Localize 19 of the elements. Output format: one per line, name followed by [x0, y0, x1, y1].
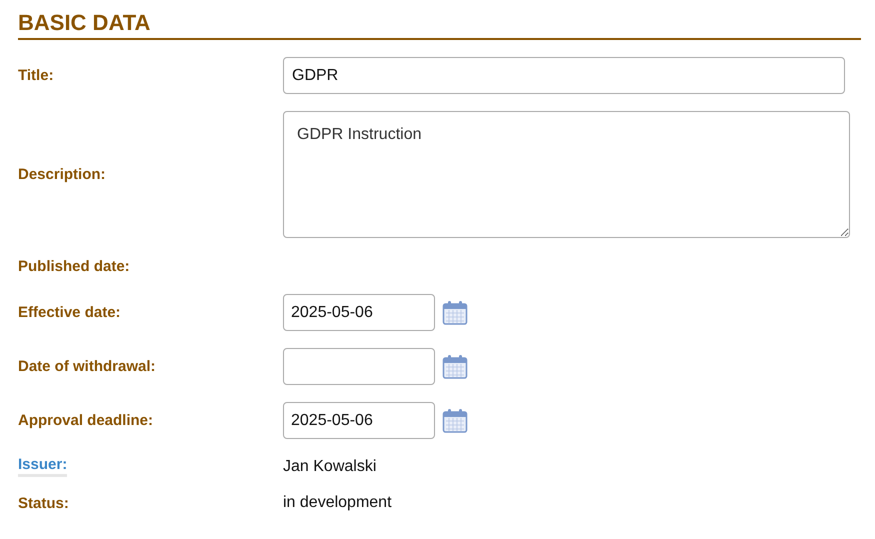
calendar-icon[interactable]	[442, 408, 468, 434]
field-label: Status:	[18, 494, 69, 512]
field-label: Description:	[18, 166, 106, 183]
date-field[interactable]: 2025-05-06	[283, 294, 435, 331]
field-value: Jan Kowalski	[283, 458, 376, 476]
calendar-icon[interactable]	[442, 300, 468, 326]
calendar-icon[interactable]	[442, 354, 468, 380]
field-label: Title:	[18, 67, 54, 84]
field-label: Date of withdrawal:	[18, 358, 156, 375]
field-label: Effective date:	[18, 304, 121, 321]
field-label: Approval deadline:	[18, 412, 154, 429]
field-label: Published date:	[18, 258, 130, 274]
title-field[interactable]: GDPR	[283, 57, 845, 94]
description-field[interactable]: GDPR Instruction	[283, 111, 850, 238]
section-title: BASIC DATA	[18, 9, 150, 37]
date-field[interactable]: 2025-05-06	[283, 402, 435, 439]
date-field[interactable]	[283, 348, 435, 385]
field-value: in development	[283, 494, 392, 512]
issuer-link[interactable]: Issuer:	[18, 456, 68, 477]
